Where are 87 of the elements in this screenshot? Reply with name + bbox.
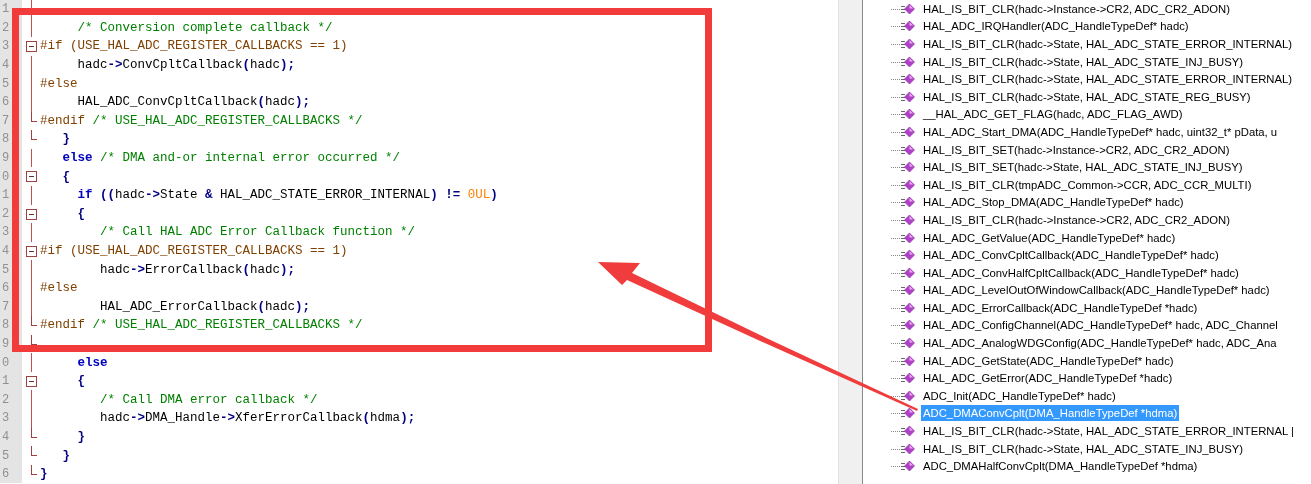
function-icon <box>891 73 915 86</box>
code-line: /* Call HAL ADC Error Callback function */ <box>99 224 416 242</box>
function-icon <box>891 425 915 438</box>
tree-item[interactable]: HAL_ADC_ConvHalfCpltCallback(ADC_HandleTypeDef* hadc) <box>921 264 1241 281</box>
code-line: hadc->DMA_Handle->XferErrorCallback(hdma); <box>99 410 416 428</box>
function-icon <box>891 125 915 138</box>
function-icon <box>891 2 915 15</box>
code-line: hadc->ConvCpltCallback(hadc); <box>76 57 296 75</box>
tree-item[interactable]: HAL_ADC_GetError(ADC_HandleTypeDef *hadc) <box>921 370 1175 387</box>
function-icon <box>891 372 915 385</box>
fold-minus-icon[interactable] <box>26 171 37 183</box>
code-line: HAL_ADC_ConvCpltCallback(hadc); <box>76 94 311 112</box>
code-line: HAL_ADC_ErrorCallback(hadc); <box>99 298 311 316</box>
code-line: { <box>76 205 85 223</box>
code-line: #else <box>40 75 78 93</box>
tree-item[interactable]: HAL_ADC_GetValue(ADC_HandleTypeDef* hadc) <box>921 229 1178 246</box>
tree-item[interactable]: HAL_IS_BIT_CLR(hadc->State, HAL_ADC_STATE_ERROR_INTERNAL) <box>921 36 1295 52</box>
tree-item[interactable]: HAL_ADC_LevelOutOfWindowCallback(ADC_HandleTypeDef* hadc) <box>921 282 1272 299</box>
function-icon <box>891 284 915 297</box>
tree-item[interactable]: HAL_ADC_Stop_DMA(ADC_HandleTypeDef* hadc) <box>921 194 1186 211</box>
code-line: /* Call DMA error callback */ <box>99 391 318 409</box>
tree-item[interactable]: HAL_ADC_ConvCpltCallback(ADC_HandleTypeDef* hadc) <box>921 247 1221 264</box>
function-icon <box>891 442 915 455</box>
tree-item[interactable]: HAL_IS_BIT_CLR(hadc->State, HAL_ADC_STATE_ERROR_INTERNAL) <box>921 71 1295 88</box>
line-number: 2 <box>0 390 22 410</box>
function-icon <box>891 266 915 279</box>
function-icon <box>891 143 915 156</box>
tree-item[interactable]: HAL_IS_BIT_SET(hadc->State, HAL_ADC_STATE_INJ_BUSY) <box>921 159 1245 176</box>
code-line: #if (USE_HAL_ADC_REGISTER_CALLBACKS == 1) <box>40 38 348 56</box>
function-icon <box>891 213 915 226</box>
tree-item[interactable]: HAL_IS_BIT_CLR(hadc->State, HAL_ADC_STATE_INJ_BUSY) <box>921 53 1246 70</box>
code-line: else /* DMA and-or internal error occurred */ <box>61 150 401 168</box>
tree-item[interactable]: ADC_DMAHalfConvCplt(DMA_HandleTypeDef *hdma) <box>921 458 1200 475</box>
function-icon <box>891 231 915 244</box>
scrollbar[interactable] <box>838 0 863 484</box>
tree-item[interactable]: ADC_Init(ADC_HandleTypeDef* hadc) <box>921 387 1118 404</box>
tree-item[interactable]: HAL_IS_BIT_CLR(hadc->State, HAL_ADC_STATE_INJ_BUSY) <box>921 440 1246 457</box>
tree-item[interactable]: HAL_IS_BIT_CLR(hadc->Instance->CR2, ADC_CR2_ADON) <box>921 211 1233 228</box>
line-number: 0 <box>0 353 22 372</box>
tree-item[interactable]: HAL_IS_BIT_CLR(tmpADC_Common->CCR, ADC_CCR_MULTI) <box>921 176 1254 193</box>
function-icon <box>891 196 915 209</box>
function-icon <box>891 55 915 68</box>
line-number: 5 <box>0 446 22 465</box>
function-icon <box>891 90 915 103</box>
tree-item[interactable]: HAL_ADC_IRQHandler(ADC_HandleTypeDef* hadc) <box>921 18 1191 35</box>
code-line: #endif /* USE_HAL_ADC_REGISTER_CALLBACKS */ <box>40 112 363 130</box>
code-line: #endif /* USE_HAL_ADC_REGISTER_CALLBACKS */ <box>40 317 363 335</box>
code-line: if ((hadc->State & HAL_ADC_STATE_ERROR_INTERNAL) != 0UL) <box>76 187 498 205</box>
function-icon <box>891 108 915 121</box>
function-icon <box>891 389 915 402</box>
function-icon <box>891 38 915 50</box>
code-line: else <box>76 354 108 372</box>
code-line: hadc->ErrorCallback(hadc); <box>99 261 296 279</box>
function-icon <box>891 249 915 262</box>
code-line: #if (USE_HAL_ADC_REGISTER_CALLBACKS == 1) <box>40 243 348 260</box>
tree-item[interactable]: __HAL_ADC_GET_FLAG(hadc, ADC_FLAG_AWD) <box>921 106 1185 123</box>
tree-item[interactable]: HAL_ADC_AnalogWDGConfig(ADC_HandleTypeDef* hadc, ADC_Ana <box>921 335 1279 352</box>
code-line: } <box>61 447 70 465</box>
code-line: #else <box>40 280 78 298</box>
function-icon <box>891 337 915 350</box>
code-line: { <box>61 168 70 186</box>
function-icon <box>891 301 915 314</box>
code-line: } <box>76 428 85 446</box>
function-icon <box>891 407 915 420</box>
code-line: } <box>40 466 48 484</box>
function-icon <box>891 20 915 33</box>
code-line: } <box>61 131 70 149</box>
code-line: /* Conversion complete callback */ <box>76 19 333 37</box>
fold-minus-icon[interactable] <box>26 41 37 53</box>
tree-item[interactable]: HAL_ADC_GetState(ADC_HandleTypeDef* hadc) <box>921 352 1176 369</box>
tree-item[interactable]: HAL_IS_BIT_CLR(hadc->Instance->CR2, ADC_CR2_ADON) <box>921 0 1233 17</box>
fold-minus-icon[interactable] <box>26 375 37 387</box>
function-icon <box>891 354 915 367</box>
fold-minus-icon[interactable] <box>26 208 37 220</box>
tree-item[interactable]: HAL_ADC_ErrorCallback(ADC_HandleTypeDef *hadc) <box>921 299 1200 316</box>
line-number: 3 <box>0 409 22 428</box>
code-line: { <box>76 373 85 391</box>
tree-item[interactable]: HAL_IS_BIT_CLR(hadc->State, HAL_ADC_STATE_REG_BUSY) <box>921 88 1253 105</box>
tree-item[interactable]: HAL_IS_BIT_CLR(hadc->State, HAL_ADC_STATE_ERROR_INTERNAL | <box>921 423 1296 440</box>
tree-item[interactable]: HAL_ADC_ConfigChannel(ADC_HandleTypeDef* hadc, ADC_Channel <box>921 317 1280 334</box>
function-icon <box>891 161 915 174</box>
tree-item[interactable]: HAL_ADC_Start_DMA(ADC_HandleTypeDef* hadc, uint32_t* pData, u <box>921 123 1280 140</box>
function-icon <box>891 460 915 473</box>
tree-item[interactable]: HAL_IS_BIT_SET(hadc->Instance->CR2, ADC_CR2_ADON) <box>921 141 1232 158</box>
function-icon <box>891 178 915 191</box>
function-icon <box>891 319 915 332</box>
fold-minus-icon[interactable] <box>26 245 37 257</box>
